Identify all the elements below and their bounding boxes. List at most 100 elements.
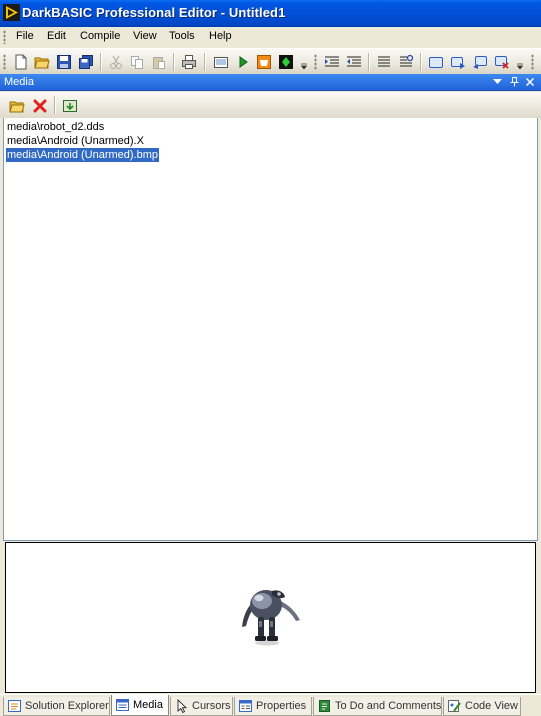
paste-button[interactable] <box>149 52 169 72</box>
tab-label: To Do and Comments <box>335 700 442 712</box>
window-title: DarkBASIC Professional Editor - Untitled… <box>22 5 286 20</box>
file-item-android-x[interactable]: media\Android (Unarmed).X <box>6 134 145 148</box>
outdent-icon <box>347 56 361 67</box>
compile-icon <box>257 55 271 69</box>
new-file-button[interactable] <box>11 52 31 72</box>
tab-label: Cursors <box>192 700 231 712</box>
menu-compile[interactable]: Compile <box>80 30 120 42</box>
close-icon <box>526 78 534 86</box>
media-delete-button[interactable] <box>30 96 50 116</box>
toolbar-separator <box>173 53 174 71</box>
todo-icon <box>319 700 330 712</box>
media-pane-toolbar <box>0 92 541 118</box>
pane-pin-button[interactable] <box>507 75 521 89</box>
tab-code-view[interactable]: Code View <box>443 697 521 716</box>
run-icon <box>239 56 248 68</box>
toolbar-separator <box>420 53 421 71</box>
pane-title: Media <box>4 76 34 88</box>
tab-properties[interactable]: Properties <box>234 697 312 716</box>
toolbar-grip[interactable] <box>531 54 534 70</box>
close-window-button[interactable] <box>492 52 512 72</box>
cursor-icon <box>177 699 188 713</box>
bottom-tab-bar: Solution Explorer Media Cursors Properti… <box>0 694 541 716</box>
dropdown-arrow-icon <box>492 79 502 84</box>
toolbar-separator <box>100 53 101 71</box>
solution-explorer-icon <box>8 700 21 712</box>
copy-icon <box>131 56 143 69</box>
code-view-icon <box>448 700 461 712</box>
indent-icon <box>325 56 339 67</box>
open-folder-icon <box>9 101 25 113</box>
find-button[interactable] <box>396 52 416 72</box>
tab-label: Properties <box>256 700 307 712</box>
cut-icon <box>110 55 122 69</box>
forward-button[interactable] <box>448 52 468 72</box>
media-icon <box>279 55 293 69</box>
file-item-robot-dds[interactable]: media\robot_d2.dds <box>6 120 105 134</box>
tab-solution-explorer[interactable]: Solution Explorer <box>3 697 110 716</box>
reply-button[interactable] <box>470 52 490 72</box>
pane-close-button[interactable] <box>523 75 537 89</box>
paste-icon <box>153 57 165 69</box>
open-button[interactable] <box>32 52 52 72</box>
reply-icon <box>473 56 487 69</box>
open-folder-icon <box>34 57 50 69</box>
menu-tools[interactable]: Tools <box>169 30 195 42</box>
toolbar-overflow-icon[interactable] <box>300 53 308 71</box>
cut-button[interactable] <box>106 52 126 72</box>
android-robot-model-icon <box>242 590 300 646</box>
menu-bar: File Edit Compile View Tools Help <box>0 27 541 47</box>
tab-todo-comments[interactable]: To Do and Comments <box>313 697 442 716</box>
align-button[interactable] <box>374 52 394 72</box>
run-button[interactable] <box>233 52 253 72</box>
toolbar-grip[interactable] <box>3 54 6 70</box>
save-all-button[interactable] <box>76 52 96 72</box>
media-list-icon <box>116 699 129 711</box>
import-media-icon <box>63 100 77 112</box>
media-open-button[interactable] <box>7 96 27 116</box>
new-file-icon <box>15 54 27 70</box>
save-all-icon <box>79 55 93 69</box>
window-icon <box>429 57 443 68</box>
media-import-button[interactable] <box>60 96 80 116</box>
file-item-android-bmp[interactable]: media\Android (Unarmed).bmp <box>6 148 160 162</box>
menu-help[interactable]: Help <box>209 30 232 42</box>
toolbar-separator <box>368 53 369 71</box>
menu-view[interactable]: View <box>133 30 157 42</box>
compile-button[interactable] <box>254 52 274 72</box>
save-button[interactable] <box>54 52 74 72</box>
forward-icon <box>451 57 465 69</box>
window-button[interactable] <box>426 52 446 72</box>
toolbar-overflow-icon[interactable] <box>516 53 524 71</box>
build-exe-button[interactable] <box>211 52 231 72</box>
toolbar-separator <box>54 96 55 114</box>
menubar-grip[interactable] <box>3 30 6 44</box>
delete-icon <box>33 99 47 113</box>
toolbar-grip[interactable] <box>314 54 317 70</box>
pane-menu-button[interactable] <box>490 75 504 89</box>
tab-label: Code View <box>465 700 518 712</box>
align-icon <box>378 56 390 67</box>
menu-file[interactable]: File <box>16 30 34 42</box>
save-icon <box>57 55 71 69</box>
build-exe-icon <box>214 57 228 68</box>
print-button[interactable] <box>179 52 199 72</box>
darkbasic-app-icon <box>3 4 20 21</box>
title-bar[interactable]: DarkBASIC Professional Editor - Untitled… <box>0 0 541 27</box>
properties-icon <box>239 700 252 712</box>
media-pane-header[interactable]: Media <box>0 74 541 91</box>
pin-icon <box>510 77 518 87</box>
tab-media[interactable]: Media <box>111 695 169 716</box>
tab-label: Media <box>133 699 163 711</box>
media-button[interactable] <box>276 52 296 72</box>
media-preview <box>5 542 536 693</box>
outdent-button[interactable] <box>344 52 364 72</box>
find-icon <box>400 54 414 67</box>
menu-edit[interactable]: Edit <box>47 30 66 42</box>
tab-cursors[interactable]: Cursors <box>170 697 233 716</box>
print-icon <box>182 55 196 69</box>
close-window-icon <box>495 56 509 69</box>
copy-button[interactable] <box>127 52 147 72</box>
indent-button[interactable] <box>322 52 342 72</box>
media-file-list[interactable]: media\robot_d2.dds media\Android (Unarme… <box>3 118 538 541</box>
